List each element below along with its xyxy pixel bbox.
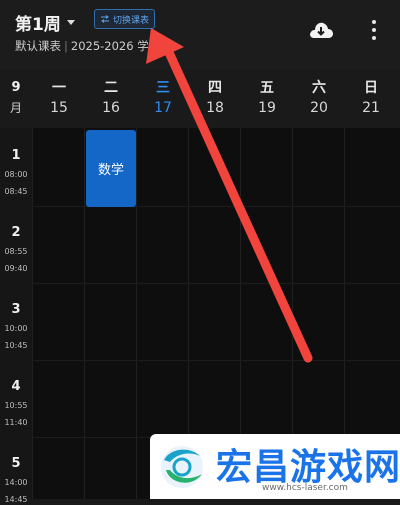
period-slot: 2 08:55 09:40 xyxy=(0,205,32,274)
weekday-label: 五 xyxy=(260,80,274,96)
watermark-banner: 宏昌游戏网 www.hcs-laser.com xyxy=(150,434,400,499)
period-start: 10:55 xyxy=(4,401,28,410)
period-start: 08:00 xyxy=(4,170,28,179)
period-end: 11:40 xyxy=(4,418,28,427)
period-start: 10:00 xyxy=(4,324,28,333)
period-end: 09:40 xyxy=(4,264,28,273)
month-unit: 月 xyxy=(9,101,22,115)
grid-line xyxy=(32,128,33,499)
date-label: 15 xyxy=(50,100,68,116)
period-end: 08:45 xyxy=(4,187,28,196)
period-number: 3 xyxy=(11,302,21,317)
grid-line xyxy=(32,283,400,284)
period-end: 10:45 xyxy=(4,341,28,350)
weekday-label: 四 xyxy=(208,80,222,96)
period-start: 14:00 xyxy=(4,478,28,487)
weekday-label: 日 xyxy=(364,80,378,96)
caret-down-icon xyxy=(66,20,75,25)
day-header-row: 9 月 一 15 二 16 三 17 四 18 五 19 六 20 日 21 xyxy=(0,70,400,128)
course-card[interactable]: 数学 xyxy=(86,130,136,207)
day-column-header-today[interactable]: 三 17 xyxy=(137,70,189,128)
weekday-label: 三 xyxy=(156,80,170,96)
day-column-header[interactable]: 四 18 xyxy=(189,70,241,128)
more-vertical-icon[interactable] xyxy=(368,20,380,40)
period-column: 1 08:00 08:45 2 08:55 09:40 3 10:00 10:4… xyxy=(0,128,32,504)
period-slot: 5 14:00 14:45 xyxy=(0,436,32,505)
switch-schedule-button[interactable]: 切换课表 xyxy=(94,9,156,29)
top-bar: 第1周 切换课表 默认课表 | 2025-2026 学期 xyxy=(0,0,400,70)
watermark-logo xyxy=(161,446,203,488)
course-name: 数学 xyxy=(97,163,124,178)
month-number: 9 xyxy=(11,80,21,95)
switch-schedule-label: 切换课表 xyxy=(113,15,150,26)
date-label: 18 xyxy=(206,100,224,116)
day-column-header[interactable]: 二 16 xyxy=(85,70,137,128)
period-start: 08:55 xyxy=(4,247,28,256)
watermark-url: www.hcs-laser.com xyxy=(262,483,348,493)
period-end: 14:45 xyxy=(4,495,28,504)
weekday-label: 一 xyxy=(52,80,66,96)
day-column-header[interactable]: 六 20 xyxy=(293,70,345,128)
period-number: 5 xyxy=(11,456,21,471)
grid-line xyxy=(32,360,400,361)
period-number: 1 xyxy=(11,148,21,163)
date-label: 20 xyxy=(310,100,328,116)
date-label: 19 xyxy=(258,100,276,116)
schedule-subtitle: 默认课表 | 2025-2026 学期 xyxy=(15,38,160,54)
period-number: 4 xyxy=(11,379,21,394)
grid-line xyxy=(84,128,85,499)
date-label: 17 xyxy=(154,100,172,116)
day-column-header[interactable]: 一 15 xyxy=(33,70,85,128)
period-slot: 4 10:55 11:40 xyxy=(0,359,32,428)
term-label: 2025-2026 学期 xyxy=(70,39,161,53)
subtitle-divider: | xyxy=(64,39,68,53)
date-label: 16 xyxy=(102,100,120,116)
weekday-label: 六 xyxy=(312,80,326,96)
period-slot: 1 08:00 08:45 xyxy=(0,128,32,197)
swap-icon xyxy=(101,15,109,23)
weekday-label: 二 xyxy=(104,80,118,96)
day-column-header[interactable]: 五 19 xyxy=(241,70,293,128)
day-column-header[interactable]: 日 21 xyxy=(345,70,397,128)
period-slot: 3 10:00 10:45 xyxy=(0,282,32,351)
grid-line xyxy=(136,128,137,499)
period-number: 2 xyxy=(11,225,21,240)
cloud-download-icon[interactable] xyxy=(308,19,334,41)
week-title: 第1周 xyxy=(15,15,61,35)
week-selector[interactable]: 第1周 xyxy=(15,10,75,35)
date-label: 21 xyxy=(362,100,380,116)
schedule-name: 默认课表 xyxy=(15,39,61,53)
